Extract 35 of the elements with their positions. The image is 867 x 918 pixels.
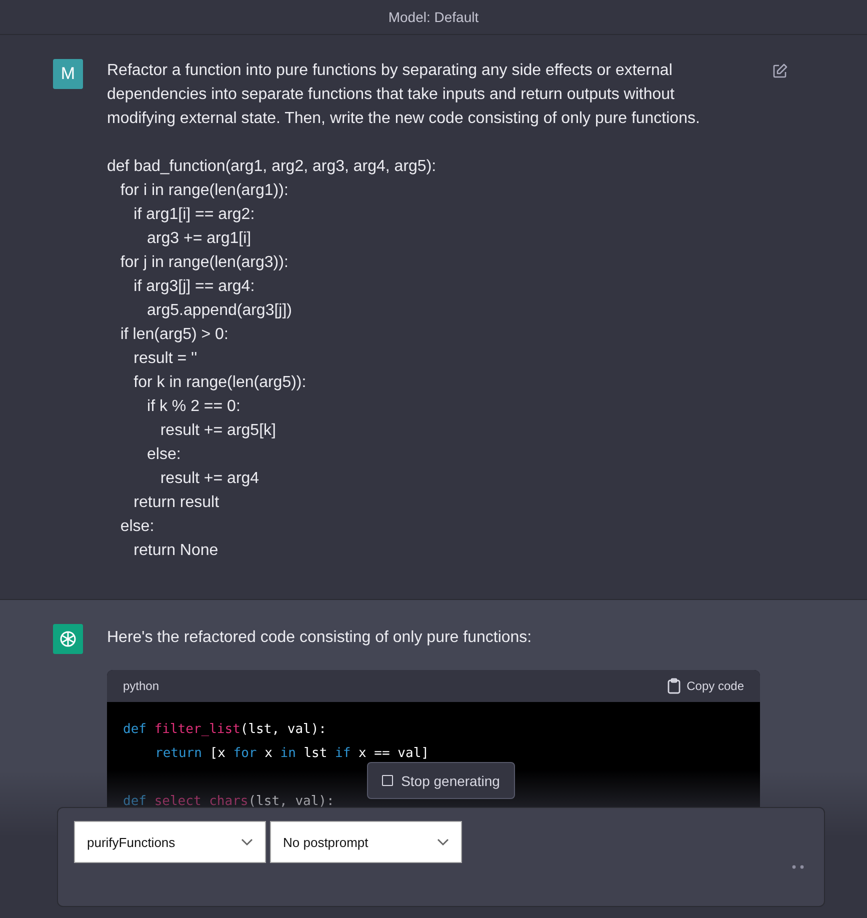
dropdown-select[interactable]: purifyFunctions xyxy=(74,821,266,863)
prompt-code-line: def bad_function(arg1, arg2, arg3, arg4, arg5): xyxy=(107,157,438,177)
user-avatar: M xyxy=(53,59,83,89)
prompt-code-line: return result xyxy=(132,493,220,513)
prompt-code-line: result += arg4 xyxy=(159,469,260,489)
prompt-code-line: arg3 += arg1[i] xyxy=(146,229,252,249)
prompt-text: Refactor a function into pure functions by separating any side effects or external dependencies into separate functions that take inputs and return outputs without modifying external state. Then, write the new code consisting of only pure functions. xyxy=(107,61,701,129)
clipboard-icon xyxy=(666,678,681,694)
assistant-logo-icon xyxy=(53,624,83,654)
prompt-code-line: arg5.append(arg3[j]) xyxy=(146,301,293,321)
prompt-code-line: if arg1[i] == arg2: xyxy=(132,205,256,225)
model-title: Model: Default xyxy=(388,9,479,25)
code-line: def select_chars(lst, val): xyxy=(123,793,334,811)
prompt-code-line: for i in range(len(arg1)): xyxy=(119,181,290,201)
code-language: python xyxy=(123,679,160,693)
code-line: return [x for x in lst if x == val] xyxy=(154,745,429,763)
prompt-code-line: result += arg5[k] xyxy=(159,421,277,441)
chevron-down-icon xyxy=(437,838,449,846)
prompt-code-line: result = '' xyxy=(132,349,198,369)
dropdown-select[interactable]: No postprompt xyxy=(270,821,462,863)
response-text: Here's the refactored code consisting of only pure functions: xyxy=(107,628,533,648)
prompt-code-line: if k % 2 == 0: xyxy=(146,397,242,417)
prompt-code-line: else: xyxy=(146,445,182,465)
loading-dots-icon xyxy=(792,865,804,869)
prompt-code-line: for k in range(len(arg5)): xyxy=(132,373,308,393)
prompt-code-line: if len(arg5) > 0: xyxy=(119,325,230,345)
edit-icon[interactable] xyxy=(772,63,788,79)
prompt-code-line: return None xyxy=(132,541,220,561)
prompt-code-line: else: xyxy=(119,517,156,537)
prompt-code-line: if arg3[j] == arg4: xyxy=(132,277,256,297)
stop-generating-button[interactable]: Stop generating xyxy=(367,762,515,799)
chevron-down-icon xyxy=(241,838,253,846)
code-line: def filter_list(lst, val): xyxy=(123,721,326,739)
copy-code-button[interactable]: Copy code xyxy=(666,678,744,694)
prompt-code-line: for j in range(len(arg3)): xyxy=(119,253,290,273)
